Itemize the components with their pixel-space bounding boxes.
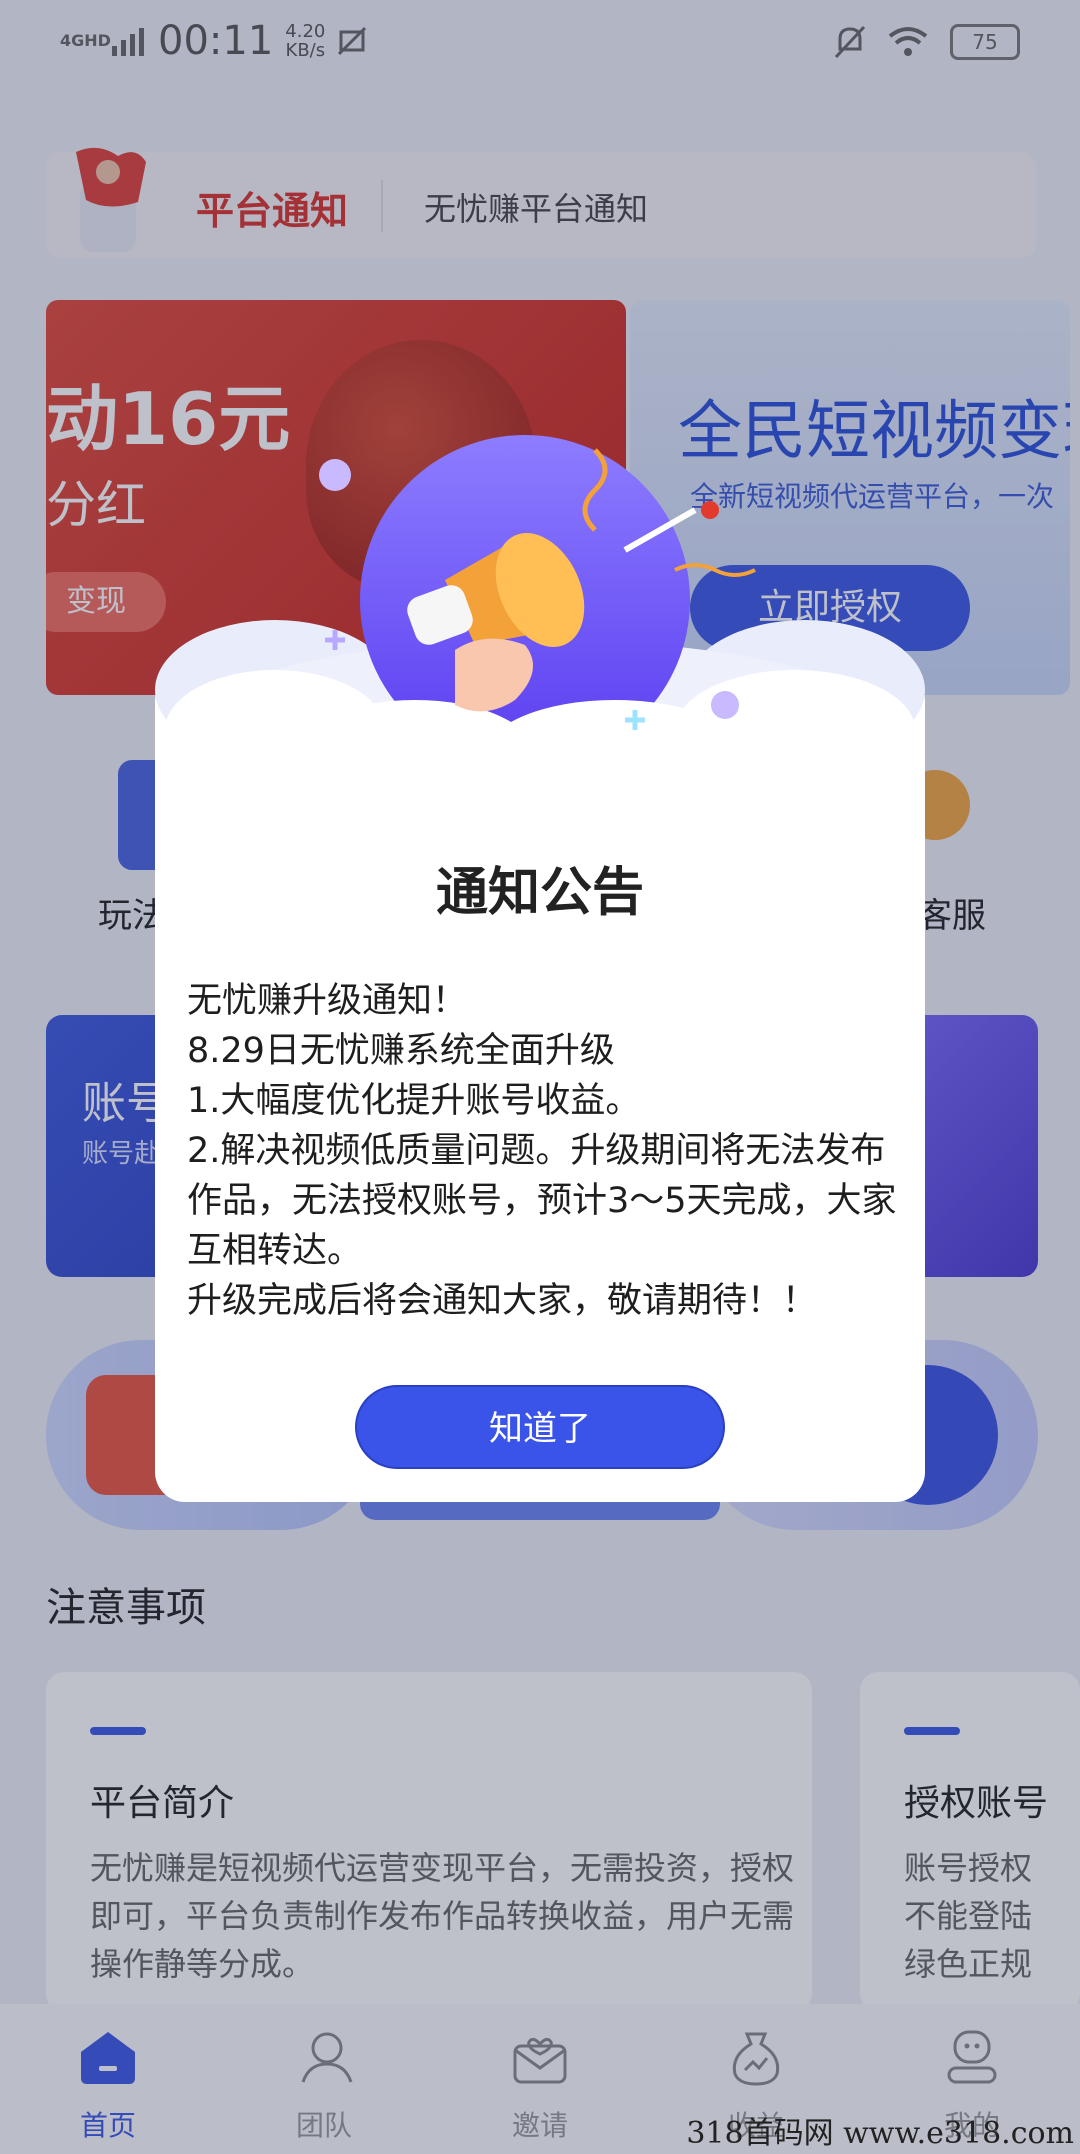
dialog-title: 通知公告 <box>435 863 644 923</box>
dialog-body: 无忧赚升级通知！ 8.29日无忧赚系统全面升级 1.大幅度优化提升账号收益。 2… <box>187 976 902 1326</box>
dialog-line: 升级完成后将会通知大家，敬请期待！！ <box>187 1281 818 1321</box>
dialog-line: 无忧赚升级通知！ <box>187 981 468 1021</box>
megaphone-announcement-icon <box>155 435 925 790</box>
notice-dialog: 通知公告 无忧赚升级通知！ 8.29日无忧赚系统全面升级 1.大幅度优化提升账号… <box>155 430 925 1502</box>
dialog-line: 8.29日无忧赚系统全面升级 <box>187 1031 615 1071</box>
dialog-line: 2.解决视频低质量问题。升级期间将无法发布作品，无法授权账号，预计3～5天完成，… <box>187 1131 897 1271</box>
watermark: 318首码网 www.e318.com <box>686 2116 1074 2151</box>
dialog-line: 1.大幅度优化提升账号收益。 <box>187 1081 641 1121</box>
got-it-button[interactable]: 知道了 <box>355 1385 725 1469</box>
